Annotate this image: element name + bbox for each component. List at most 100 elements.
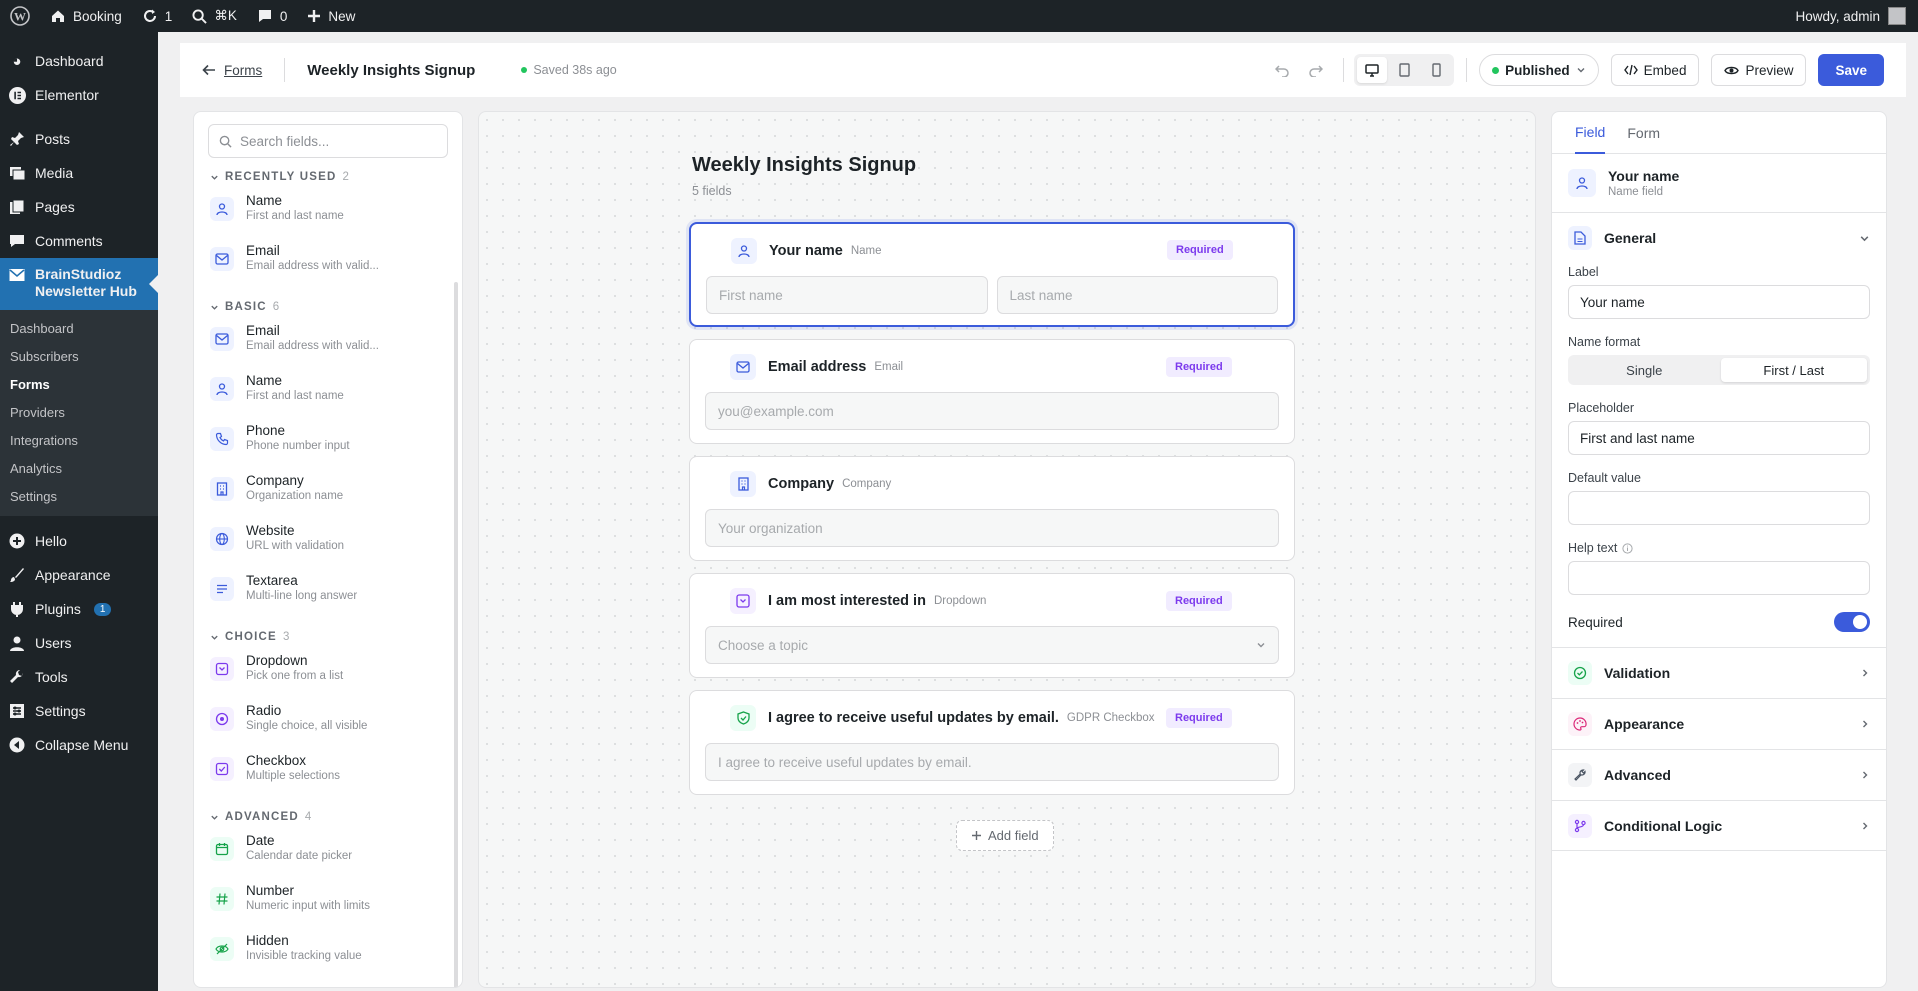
new-link[interactable]: New [297, 0, 365, 32]
submenu-subscribers[interactable]: Subscribers [0, 343, 158, 371]
label-input[interactable]: Your name [1568, 285, 1870, 319]
field-count: 5 fields [692, 184, 732, 198]
field-item-name[interactable]: Name First and last name [194, 367, 462, 417]
embed-button[interactable]: Embed [1610, 54, 1700, 86]
field-item-name: Email [246, 323, 280, 338]
tablet-icon[interactable] [1389, 57, 1419, 83]
redo-icon[interactable] [1299, 63, 1333, 77]
section-header-recently-used[interactable]: RECENTLY USED 2 [210, 171, 462, 183]
menu-posts[interactable]: Posts [0, 122, 158, 156]
section-title: CHOICE [225, 631, 277, 643]
code-icon [1623, 64, 1638, 76]
field-item-email[interactable]: Email Email address with valid... [194, 237, 462, 287]
default-value-input[interactable] [1568, 491, 1870, 525]
menu-comments[interactable]: Comments [0, 224, 158, 258]
placeholder-input[interactable]: First and last name [1568, 421, 1870, 455]
submenu-settings[interactable]: Settings [0, 483, 158, 511]
placeholder-label: Placeholder [1568, 401, 1635, 415]
section-header-advanced[interactable]: ADVANCED 4 [210, 811, 462, 823]
person-icon [210, 197, 234, 221]
published-dot [1492, 66, 1500, 74]
back-to-forms-link[interactable]: Forms [202, 63, 262, 78]
menu-pages[interactable]: Pages [0, 190, 158, 224]
help-text-input[interactable] [1568, 561, 1870, 595]
section-advanced[interactable]: Advanced [1552, 749, 1886, 800]
field-item-hidden[interactable]: Hidden Invisible tracking value [194, 927, 462, 977]
field-item-radio[interactable]: Radio Single choice, all visible [194, 697, 462, 747]
tab-field[interactable]: Field [1575, 112, 1606, 154]
updates-link[interactable]: 1 [132, 0, 183, 32]
last-name-input[interactable]: Last name [996, 276, 1278, 314]
desktop-icon[interactable] [1357, 57, 1388, 83]
tab-form[interactable]: Form [1627, 112, 1660, 154]
submenu-integrations[interactable]: Integrations [0, 427, 158, 455]
menu-brainstudioz[interactable]: BrainStudioz Newsletter Hub [0, 258, 158, 310]
field-item-name[interactable]: Name First and last name [194, 187, 462, 237]
first-name-input[interactable]: First name [706, 276, 988, 314]
topic-select[interactable]: Choose a topic [705, 626, 1279, 664]
field-item-phone[interactable]: Phone Phone number input [194, 417, 462, 467]
section-header-basic[interactable]: BASIC 6 [210, 301, 462, 313]
search-fields-input[interactable]: Search fields... [208, 124, 448, 158]
submenu-forms[interactable]: Forms [0, 371, 158, 399]
required-toggle[interactable] [1834, 612, 1870, 632]
company-input[interactable]: Your organization [705, 509, 1279, 547]
field-card-company[interactable]: Company Company Your organization [689, 456, 1295, 561]
field-item-name: Email [246, 243, 280, 258]
format-first-last[interactable]: First / Last [1720, 358, 1867, 382]
menu-settings[interactable]: Settings [0, 694, 158, 728]
field-item-website[interactable]: Website URL with validation [194, 517, 462, 567]
save-button[interactable]: Save [1818, 54, 1884, 86]
field-item-company[interactable]: Company Organization name [194, 467, 462, 517]
back-label: Forms [224, 62, 263, 78]
search-shortcut[interactable]: ⌘K [182, 0, 247, 32]
field-item-email[interactable]: Email Email address with valid... [194, 317, 462, 367]
menu-media[interactable]: Media [0, 156, 158, 190]
field-card-your-name[interactable]: Your name Name Required First name Last … [689, 222, 1295, 327]
svg-text:W: W [14, 10, 26, 24]
menu-dashboard[interactable]: ◕ Dashboard [0, 44, 158, 78]
account-menu[interactable]: Howdy, admin [1795, 7, 1918, 25]
field-card-gdpr[interactable]: I agree to receive useful updates by ema… [689, 690, 1295, 795]
wp-logo-icon[interactable]: W [0, 0, 40, 32]
info-icon[interactable] [1622, 542, 1633, 554]
menu-hello[interactable]: Hello [0, 524, 158, 558]
undo-icon[interactable] [1265, 63, 1299, 77]
chevron-down-icon [211, 635, 218, 640]
menu-users[interactable]: Users [0, 626, 158, 660]
field-item-desc: URL with validation [246, 540, 345, 552]
field-item-dropdown[interactable]: Dropdown Pick one from a list [194, 647, 462, 697]
submenu-analytics[interactable]: Analytics [0, 455, 158, 483]
menu-collapse[interactable]: Collapse Menu [0, 728, 158, 762]
field-item-date[interactable]: Date Calendar date picker [194, 827, 462, 877]
comments-link[interactable]: 0 [247, 0, 298, 32]
divider [1343, 58, 1345, 82]
field-card-dropdown[interactable]: I am most interested in Dropdown Require… [689, 573, 1295, 678]
scrollbar[interactable] [454, 282, 458, 987]
field-item-textarea[interactable]: Textarea Multi-line long answer [194, 567, 462, 617]
section-header-choice[interactable]: CHOICE 3 [210, 631, 462, 643]
field-item-desc: Multi-line long answer [246, 590, 358, 602]
preview-button[interactable]: Preview [1711, 54, 1807, 86]
updates-count: 1 [164, 8, 173, 24]
format-single[interactable]: Single [1571, 358, 1718, 382]
add-field-button[interactable]: Add field [956, 820, 1054, 851]
submenu-dashboard[interactable]: Dashboard [0, 315, 158, 343]
status-dropdown[interactable]: Published [1479, 54, 1599, 86]
section-validation[interactable]: Validation [1552, 647, 1886, 698]
menu-tools[interactable]: Tools [0, 660, 158, 694]
menu-appearance[interactable]: Appearance [0, 558, 158, 592]
mobile-icon[interactable] [1421, 57, 1451, 83]
section-general[interactable]: General [1552, 212, 1886, 263]
section-appearance[interactable]: Appearance [1552, 698, 1886, 749]
email-input[interactable]: you@example.com [705, 392, 1279, 430]
submenu-providers[interactable]: Providers [0, 399, 158, 427]
field-item-checkbox[interactable]: Checkbox Multiple selections [194, 747, 462, 797]
menu-plugins[interactable]: Plugins 1 [0, 592, 158, 626]
menu-elementor[interactable]: Elementor [0, 78, 158, 112]
field-card-email[interactable]: Email address Email Required you@example… [689, 339, 1295, 444]
section-conditional-logic[interactable]: Conditional Logic [1552, 800, 1886, 851]
site-link[interactable]: Booking [40, 0, 132, 32]
field-item-number[interactable]: Number Numeric input with limits [194, 877, 462, 927]
gdpr-consent-input[interactable]: I agree to receive useful updates by ema… [705, 743, 1279, 781]
